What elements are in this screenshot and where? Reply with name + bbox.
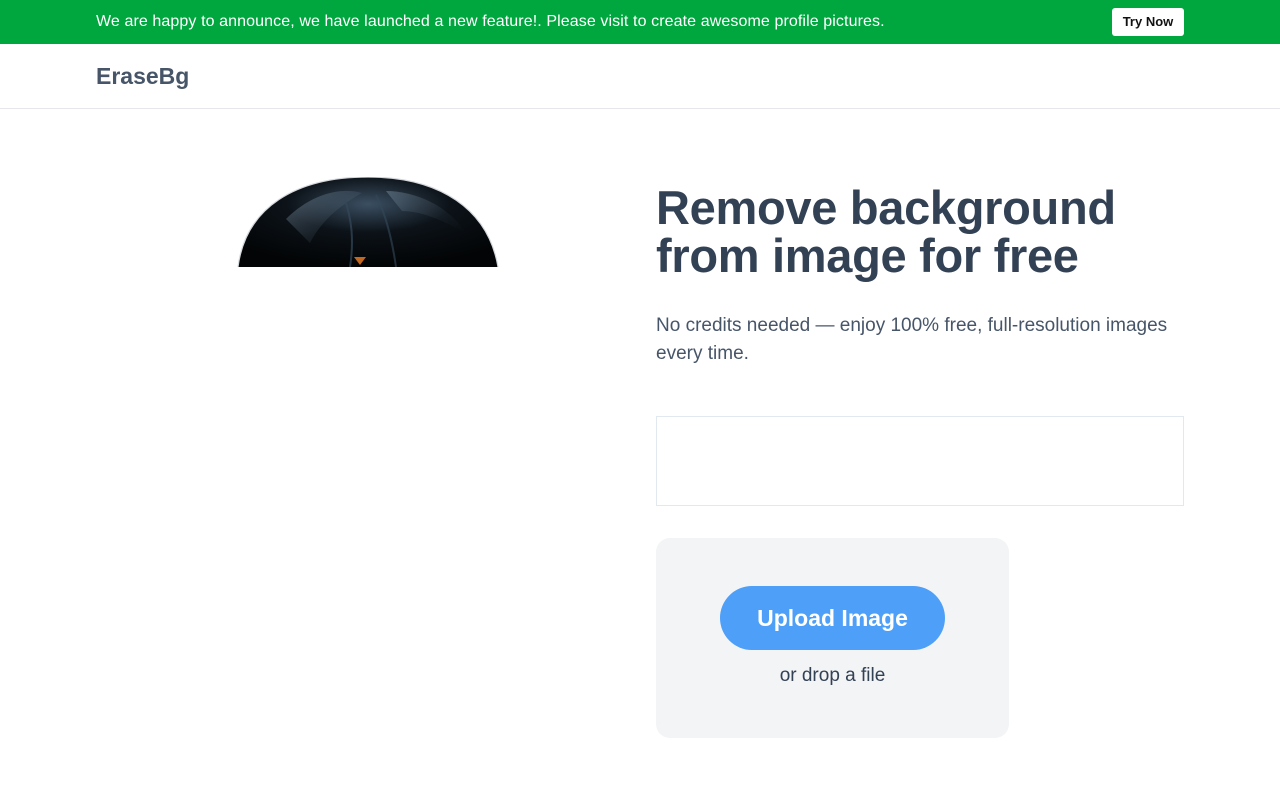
try-now-button[interactable]: Try Now bbox=[1112, 8, 1184, 36]
empty-content-box bbox=[656, 416, 1184, 506]
page-subtext: No credits needed — enjoy 100% free, ful… bbox=[656, 315, 1168, 364]
site-header: EraseBg bbox=[0, 44, 1280, 109]
page-headline: Remove background from image for free bbox=[656, 181, 1116, 282]
announcement-banner: We are happy to announce, we have launch… bbox=[0, 0, 1280, 44]
site-logo[interactable]: EraseBg bbox=[96, 62, 189, 90]
upload-dropzone[interactable]: Upload Image or drop a file bbox=[656, 538, 1009, 738]
upload-image-button[interactable]: Upload Image bbox=[720, 586, 945, 650]
drop-file-text: or drop a file bbox=[779, 665, 886, 686]
hero-image bbox=[226, 177, 506, 267]
person-hair-image bbox=[237, 177, 499, 267]
announcement-text: We are happy to announce, we have launch… bbox=[96, 13, 885, 30]
